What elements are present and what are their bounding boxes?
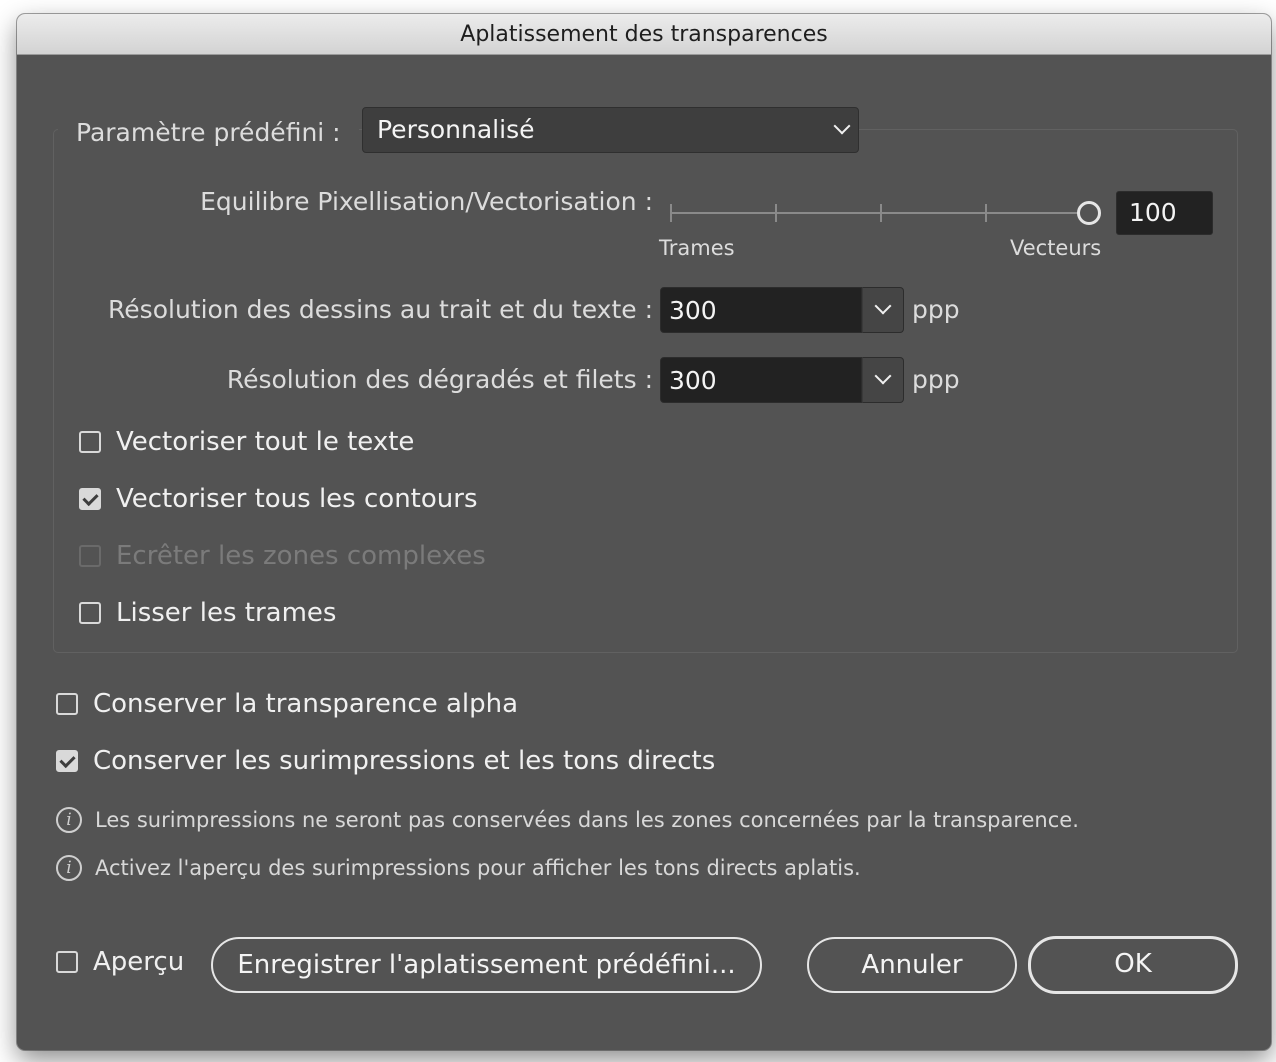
balance-label: Equilibre Pixellisation/Vectorisation :: [200, 187, 653, 216]
gradient-resolution-combo[interactable]: 300: [660, 357, 904, 403]
cancel-button[interactable]: Annuler: [807, 937, 1017, 993]
preset-value: Personnalisé: [377, 115, 535, 144]
clip-complex-regions-checkbox: [79, 545, 101, 567]
info-icon: i: [56, 807, 82, 833]
balance-slider-knob[interactable]: [1077, 201, 1101, 225]
preview-checkbox[interactable]: [56, 951, 78, 973]
slider-tick: [670, 204, 672, 222]
gradient-resolution-dropdown[interactable]: [862, 357, 904, 403]
clip-complex-regions-label: Ecrêter les zones complexes: [116, 541, 486, 571]
line-art-resolution-label: Résolution des dessins au trait et du te…: [108, 295, 653, 324]
slider-tick: [775, 204, 777, 222]
ok-button[interactable]: OK: [1028, 936, 1238, 994]
gradient-resolution-value: 300: [669, 366, 717, 395]
slider-min-label: Trames: [659, 236, 735, 260]
outline-text-checkbox[interactable]: [79, 431, 101, 453]
chevron-down-icon: [874, 297, 892, 315]
gradient-unit: ppp: [912, 365, 960, 394]
preset-select[interactable]: Personnalisé: [362, 107, 859, 153]
info-icon: i: [56, 855, 82, 881]
preserve-overprints-checkbox[interactable]: [56, 750, 78, 772]
info-text-overprints: Les surimpressions ne seront pas conserv…: [95, 808, 1079, 832]
preserve-overprints-label[interactable]: Conserver les surimpressions et les tons…: [93, 743, 715, 779]
slider-tick: [985, 204, 987, 222]
save-preset-button[interactable]: Enregistrer l'aplatissement prédéfini...: [211, 937, 762, 993]
outline-strokes-label[interactable]: Vectoriser tous les contours: [116, 481, 478, 517]
antialias-rasters-checkbox[interactable]: [79, 602, 101, 624]
line-art-resolution-field[interactable]: 300: [660, 287, 862, 333]
slider-tick: [880, 204, 882, 222]
line-art-resolution-combo[interactable]: 300: [660, 287, 904, 333]
antialias-rasters-label[interactable]: Lisser les trames: [116, 595, 336, 631]
info-text-preview: Activez l'aperçu des surimpressions pour…: [95, 856, 861, 880]
flattener-dialog: Aplatissement des transparences Paramètr…: [17, 14, 1271, 1050]
chevron-down-icon: [874, 367, 892, 385]
preset-label: Paramètre prédéfini :: [58, 110, 359, 156]
window-title: Aplatissement des transparences: [17, 14, 1271, 55]
line-art-unit: ppp: [912, 295, 960, 324]
balance-slider-track[interactable]: [670, 212, 1084, 214]
line-art-resolution-value: 300: [669, 296, 717, 325]
gradient-resolution-field[interactable]: 300: [660, 357, 862, 403]
dialog-content: Paramètre prédéfini : Personnalisé Equil…: [17, 55, 1271, 1050]
gradient-resolution-label: Résolution des dégradés et filets :: [226, 365, 653, 394]
preserve-alpha-checkbox[interactable]: [56, 693, 78, 715]
slider-max-label: Vecteurs: [1010, 236, 1102, 260]
outline-strokes-checkbox[interactable]: [79, 488, 101, 510]
balance-value-field[interactable]: 100: [1116, 191, 1213, 235]
chevron-down-icon: [833, 117, 851, 135]
preview-label[interactable]: Aperçu: [93, 944, 184, 980]
outline-text-label[interactable]: Vectoriser tout le texte: [116, 424, 414, 460]
line-art-resolution-dropdown[interactable]: [862, 287, 904, 333]
balance-value: 100: [1129, 198, 1177, 227]
preserve-alpha-label[interactable]: Conserver la transparence alpha: [93, 686, 518, 722]
